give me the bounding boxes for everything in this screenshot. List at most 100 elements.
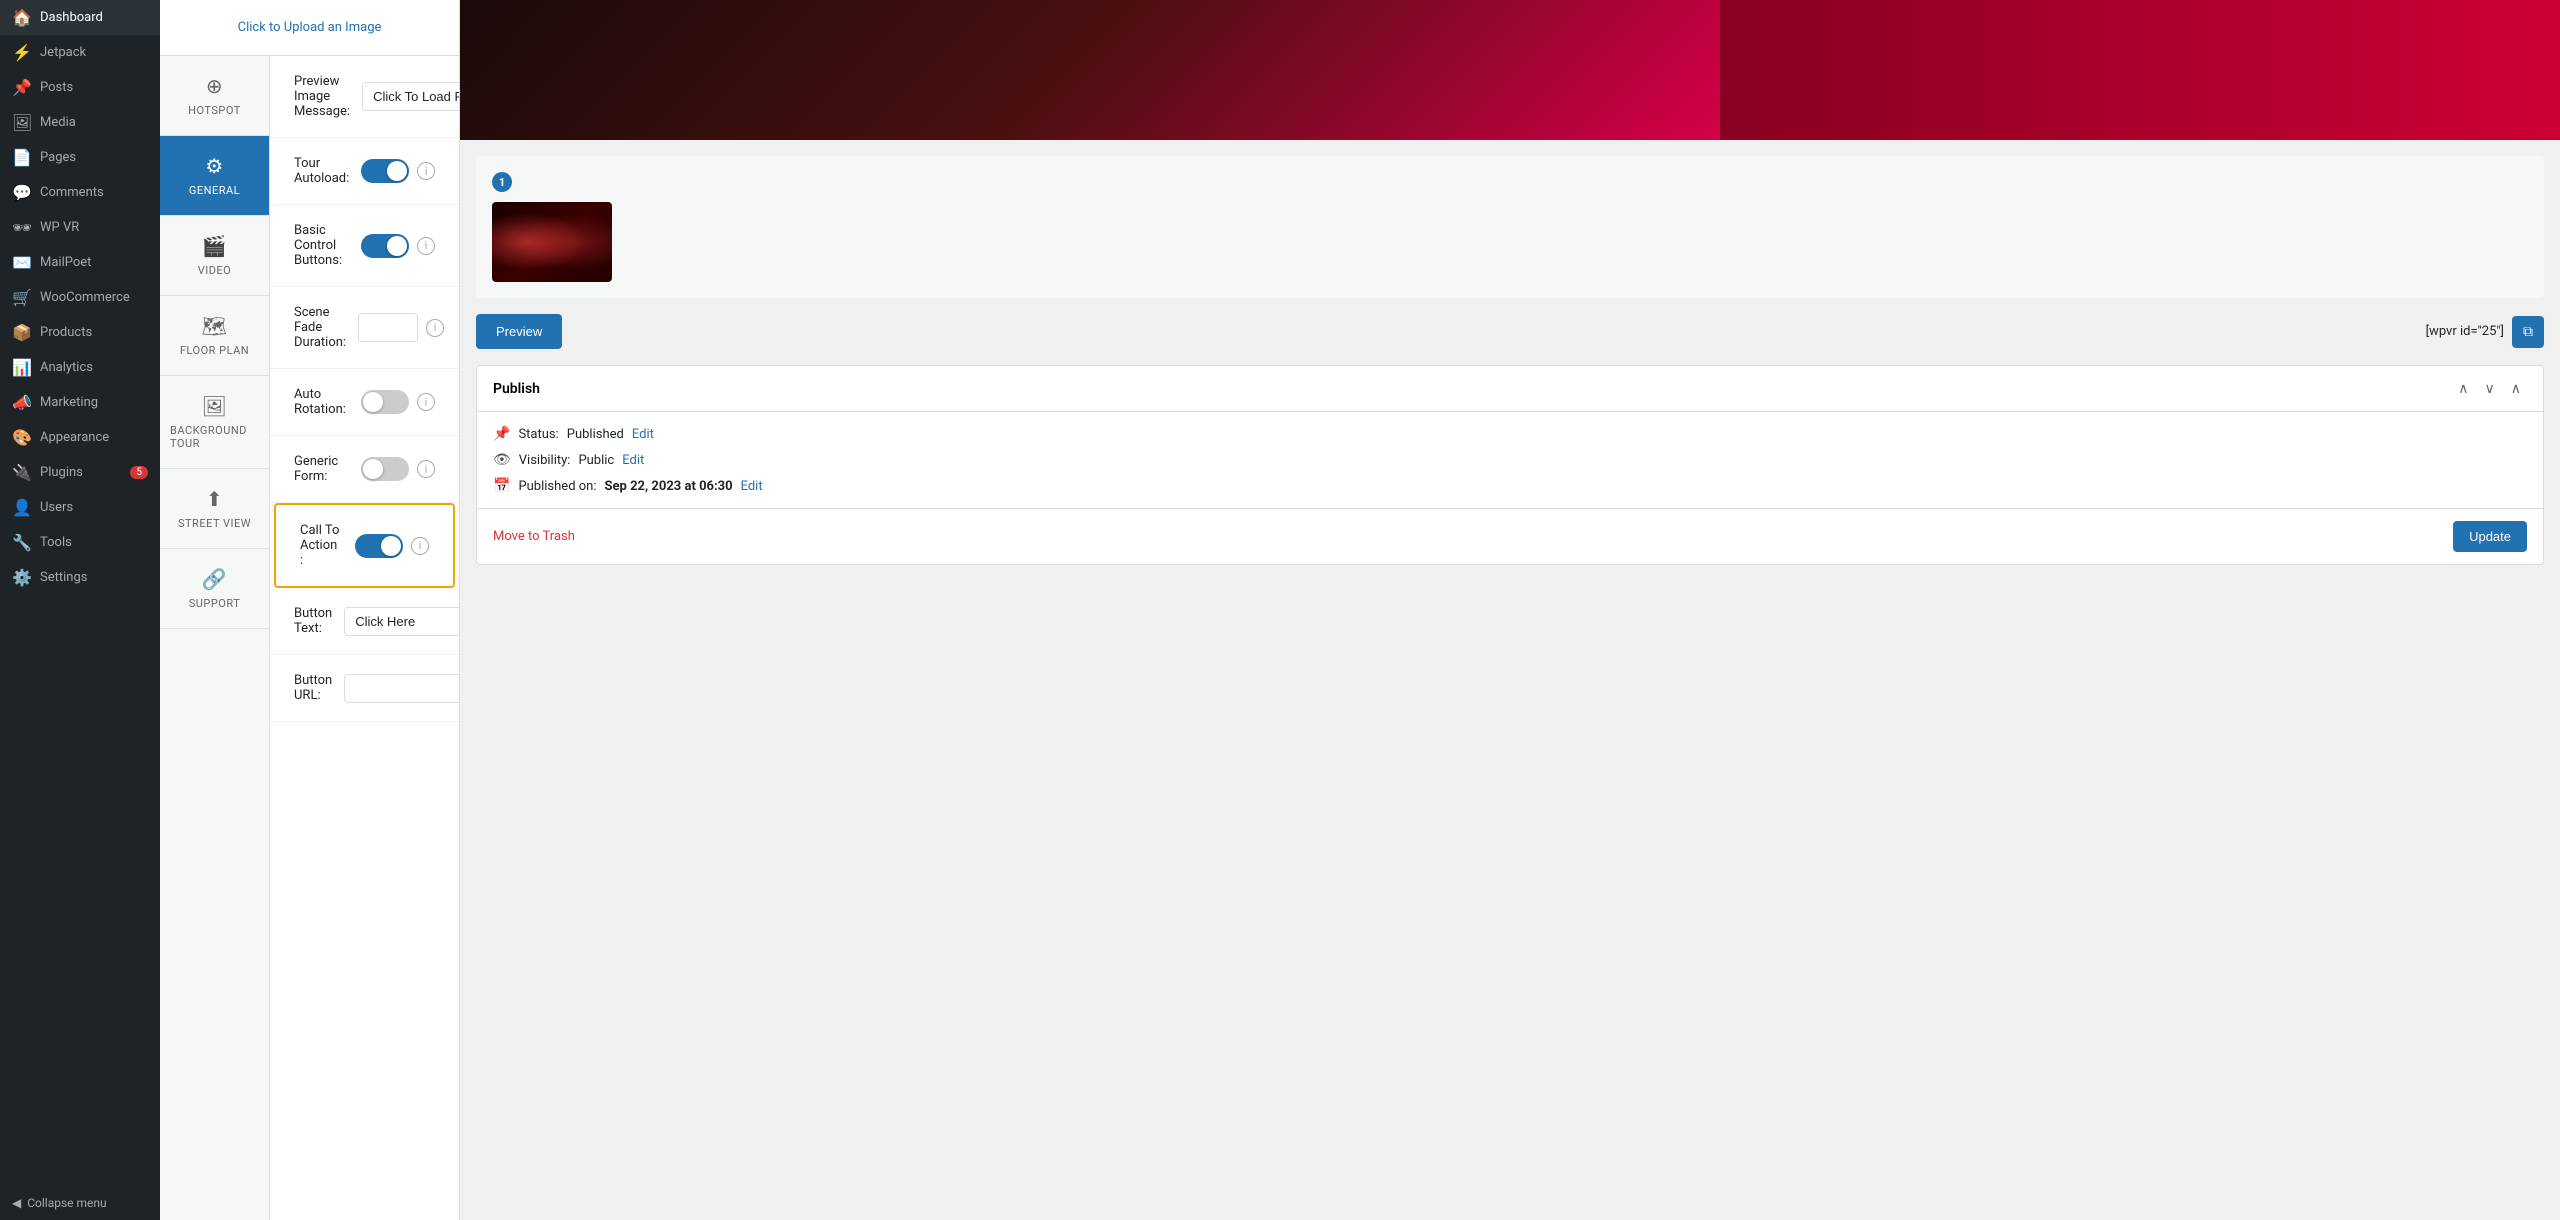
sidebar-item-woocommerce[interactable]: 🛒 WooCommerce xyxy=(0,280,160,315)
upload-area[interactable]: Click to Upload an Image xyxy=(160,0,459,56)
tab-floorplan[interactable]: 🗺 FLOOR PLAN xyxy=(160,296,269,376)
preview-button[interactable]: Preview xyxy=(476,314,562,349)
text-input-button_url[interactable] xyxy=(344,674,459,703)
sidebar-item-appearance[interactable]: 🎨 Appearance xyxy=(0,420,160,455)
settings-scroll: Preview Image Message:Tour Autoload:iBas… xyxy=(270,56,459,1220)
tab-support[interactable]: 🔗 SUPPORT xyxy=(160,549,269,629)
toggle-tour_autoload[interactable] xyxy=(361,159,409,183)
analytics-icon: 📊 xyxy=(12,358,32,377)
toggle-generic_form[interactable] xyxy=(361,457,409,481)
floorplan-tab-label: FLOOR PLAN xyxy=(180,344,249,357)
tab-background_tour[interactable]: 🖼 BACKGROUND TOUR xyxy=(160,376,269,469)
toggle-auto_rotation[interactable] xyxy=(361,390,409,414)
content-split: ⊕ HOTSPOT ⚙ GENERAL 🎬 VIDEO 🗺 FLOOR PLAN… xyxy=(160,56,459,1220)
tab-street_view[interactable]: ⬆ STREET VIEW xyxy=(160,469,269,549)
publish-title: Publish xyxy=(493,381,540,397)
sidebar-label-wpvr: WP VR xyxy=(40,220,79,235)
publish-date-row: 📅 Published on: Sep 22, 2023 at 06:30 Ed… xyxy=(493,478,2527,494)
panel-body: 1 Preview [wpvr id="25"] ⧉ Publish xyxy=(460,140,2560,1220)
sidebar-item-mailpoet[interactable]: ✉️ MailPoet xyxy=(0,245,160,280)
preview-image xyxy=(460,0,2560,140)
sidebar-item-users[interactable]: 👤 Users xyxy=(0,490,160,525)
info-icon-call_to_action[interactable]: i xyxy=(411,537,429,555)
collapse-menu-button[interactable]: ◀ Collapse menu xyxy=(0,1186,160,1220)
sidebar-item-products[interactable]: 📦 Products xyxy=(0,315,160,350)
sidebar-item-jetpack[interactable]: ⚡ Jetpack xyxy=(0,35,160,70)
setting-controls-scene_fade_duration: i xyxy=(358,313,444,342)
collapse-menu-label: Collapse menu xyxy=(27,1196,106,1210)
tab-general[interactable]: ⚙ GENERAL xyxy=(160,136,269,216)
toggle-track-call_to_action xyxy=(355,534,403,558)
sidebar: 🏠 Dashboard ⚡ Jetpack 📌 Posts 🖼 Media 📄 … xyxy=(0,0,160,1220)
copy-icon: ⧉ xyxy=(2523,323,2533,340)
publish-chevron-up[interactable]: ∧ xyxy=(2452,378,2474,399)
setting-label-basic_control_buttons: Basic Control Buttons: xyxy=(294,223,349,268)
hotspot-tab-icon: ⊕ xyxy=(206,74,223,98)
comments-icon: 💬 xyxy=(12,183,32,202)
toggle-call_to_action[interactable] xyxy=(355,534,403,558)
arrow-indicator: ➜ xyxy=(270,529,271,562)
info-icon-generic_form[interactable]: i xyxy=(417,460,435,478)
publish-chevron-down[interactable]: ∨ xyxy=(2479,378,2501,399)
sidebar-item-posts[interactable]: 📌 Posts xyxy=(0,70,160,105)
marketing-icon: 📣 xyxy=(12,393,32,412)
update-button[interactable]: Update xyxy=(2453,521,2527,552)
sidebar-item-pages[interactable]: 📄 Pages xyxy=(0,140,160,175)
setting-controls-basic_control_buttons: i xyxy=(361,234,435,258)
toggle-track-auto_rotation xyxy=(361,390,409,414)
info-icon-auto_rotation[interactable]: i xyxy=(417,393,435,411)
toggle-thumb-auto_rotation xyxy=(363,392,383,412)
setting-label-generic_form: Generic Form: xyxy=(294,454,349,484)
sidebar-label-appearance: Appearance xyxy=(40,430,109,445)
setting-controls-call_to_action: i xyxy=(355,534,429,558)
publish-header: Publish ∧ ∨ ∧ xyxy=(477,366,2543,412)
publish-body: 📌 Status: Published Edit 👁 Visibility: P… xyxy=(477,412,2543,508)
sidebar-item-settings[interactable]: ⚙️ Settings xyxy=(0,560,160,595)
sidebar-item-marketing[interactable]: 📣 Marketing xyxy=(0,385,160,420)
sidebar-item-analytics[interactable]: 📊 Analytics xyxy=(0,350,160,385)
toggle-thumb-generic_form xyxy=(363,459,383,479)
visibility-icon: 👁 xyxy=(493,452,511,468)
publish-visibility-row: 👁 Visibility: Public Edit xyxy=(493,452,2527,468)
setting-label-button_url: Button URL: xyxy=(294,673,332,703)
info-icon-tour_autoload[interactable]: i xyxy=(417,162,435,180)
toggle-thumb-basic_control_buttons xyxy=(387,236,407,256)
collapse-icon: ◀ xyxy=(12,1196,21,1210)
badge-plugins: 5 xyxy=(130,466,148,479)
setting-row-button_text: Button Text:i xyxy=(270,588,459,655)
tab-hotspot[interactable]: ⊕ HOTSPOT xyxy=(160,56,269,136)
sidebar-item-wpvr[interactable]: 🕶 WP VR xyxy=(0,210,160,245)
setting-controls-generic_form: i xyxy=(361,457,435,481)
thumbnail-section: 1 xyxy=(476,156,2544,298)
floorplan-tab-icon: 🗺 xyxy=(202,314,228,338)
woocommerce-icon: 🛒 xyxy=(12,288,32,307)
setting-row-call_to_action: Call To Action :i➜ xyxy=(274,503,455,588)
tab-video[interactable]: 🎬 VIDEO xyxy=(160,216,269,296)
settings-icon: ⚙️ xyxy=(12,568,32,587)
publish-chevron-collapse[interactable]: ∧ xyxy=(2505,378,2527,399)
setting-row-button_url: Button URL:i xyxy=(270,655,459,722)
sidebar-item-tools[interactable]: 🔧 Tools xyxy=(0,525,160,560)
move-to-trash-link[interactable]: Move to Trash xyxy=(493,529,575,544)
sidebar-item-comments[interactable]: 💬 Comments xyxy=(0,175,160,210)
publish-controls: ∧ ∨ ∧ xyxy=(2452,378,2527,399)
info-icon-basic_control_buttons[interactable]: i xyxy=(417,237,435,255)
sidebar-label-plugins: Plugins xyxy=(40,465,83,480)
small-input-scene_fade_duration[interactable] xyxy=(358,313,418,342)
published-edit-link[interactable]: Edit xyxy=(741,479,763,494)
toggle-basic_control_buttons[interactable] xyxy=(361,234,409,258)
text-input-preview_image_message[interactable] xyxy=(362,82,459,111)
status-value: Published xyxy=(567,427,624,442)
sidebar-item-media[interactable]: 🖼 Media xyxy=(0,105,160,140)
visibility-value: Public xyxy=(578,453,614,468)
text-input-button_text[interactable] xyxy=(344,607,459,636)
sidebar-item-plugins[interactable]: 🔌 Plugins 5 xyxy=(0,455,160,490)
setting-label-button_text: Button Text: xyxy=(294,606,332,636)
tools-icon: 🔧 xyxy=(12,533,32,552)
visibility-edit-link[interactable]: Edit xyxy=(622,453,644,468)
jetpack-icon: ⚡ xyxy=(12,43,32,62)
info-icon-scene_fade_duration[interactable]: i xyxy=(426,319,444,337)
sidebar-item-dashboard[interactable]: 🏠 Dashboard xyxy=(0,0,160,35)
status-edit-link[interactable]: Edit xyxy=(632,427,654,442)
copy-shortcode-button[interactable]: ⧉ xyxy=(2512,316,2544,348)
